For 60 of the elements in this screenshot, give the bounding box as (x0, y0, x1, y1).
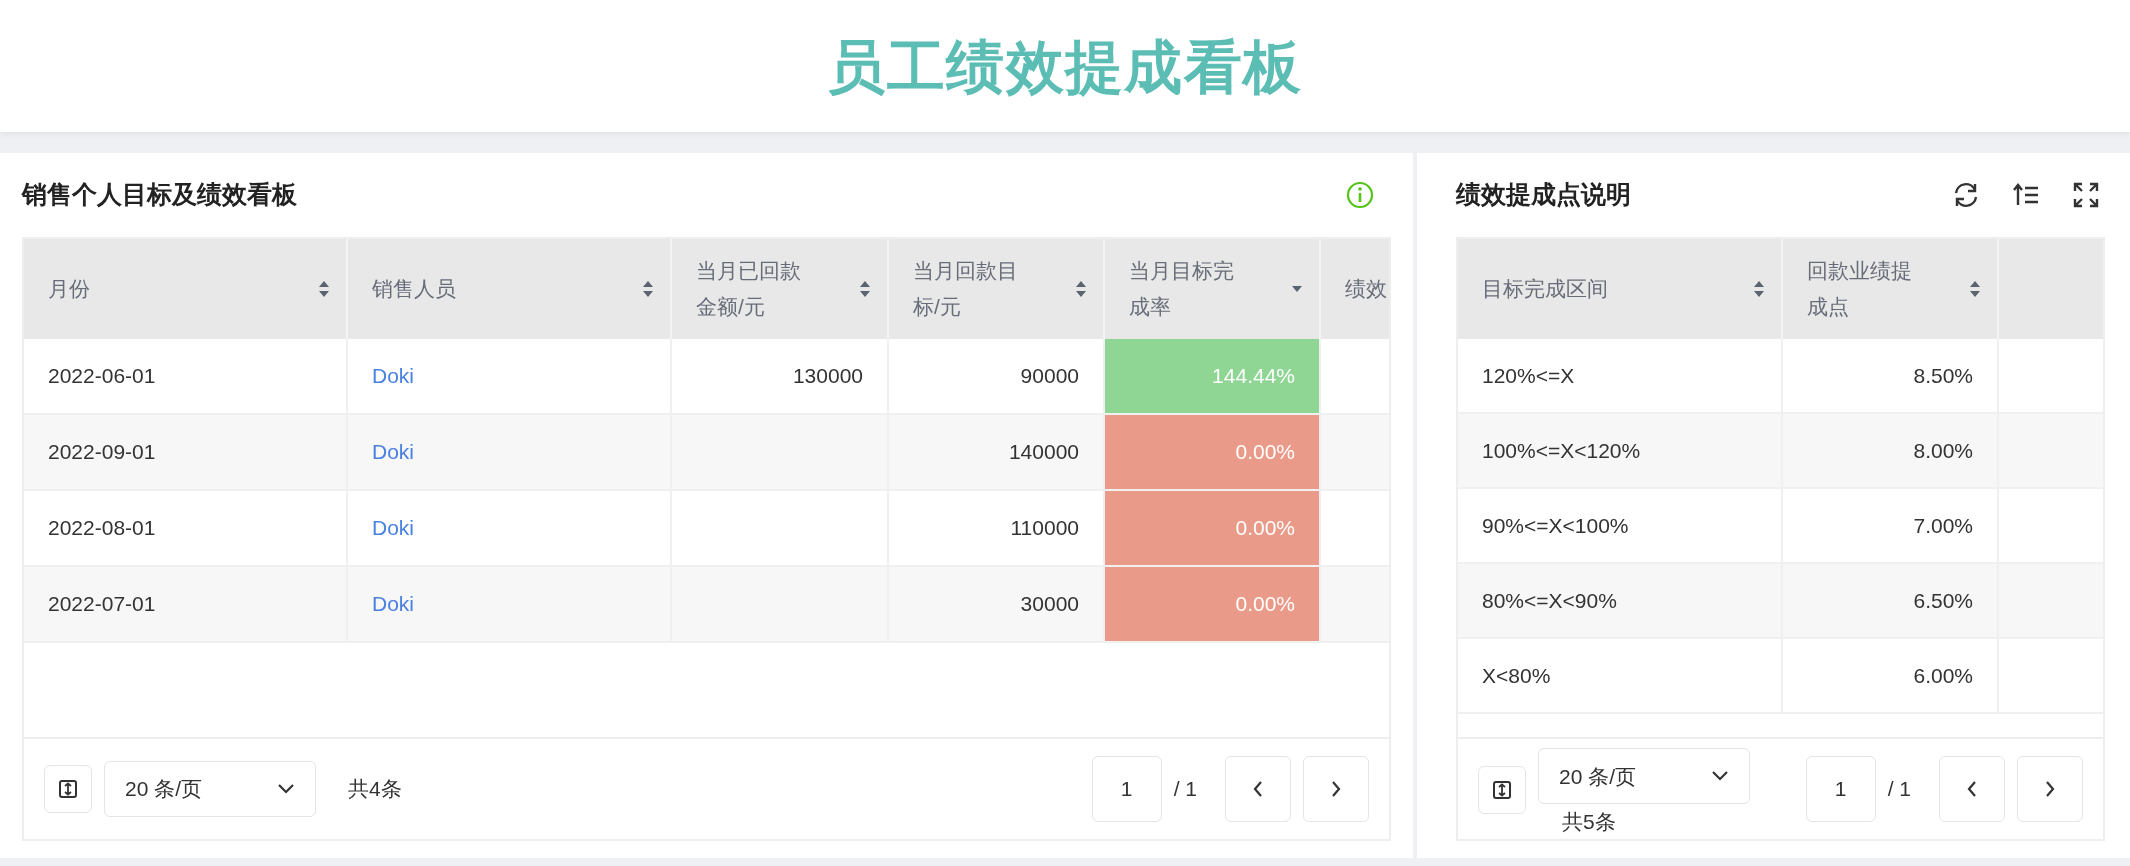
column-header-label: 当月目标完成率 (1129, 258, 1235, 320)
table-cell: 6.50% (1783, 564, 1999, 637)
table-cell: 8.50% (1783, 339, 1999, 412)
table-cell: 0.00% (1105, 415, 1321, 489)
column-header-label: 回款业绩提成点 (1807, 258, 1913, 320)
sort-icon[interactable] (318, 280, 330, 298)
page-count: / 1 (1887, 776, 1911, 803)
row-height-icon (1492, 780, 1512, 801)
table-cell: 8.00% (1783, 414, 1999, 487)
sort-icon[interactable] (1753, 280, 1765, 298)
row-height-icon (58, 779, 78, 799)
table-cell: 130000 (672, 339, 889, 413)
panel-title: 绩效提成点说明 (1456, 179, 1631, 211)
table-cell: 90%<=X<100% (1458, 489, 1783, 562)
column-header-label: 当月回款目标/元 (913, 258, 1019, 320)
chevron-down-icon (1711, 770, 1729, 783)
row-height-button[interactable] (44, 765, 92, 813)
table-cell: 0.00% (1105, 491, 1321, 565)
page-number-input[interactable]: 1 (1091, 756, 1162, 822)
chevron-down-icon (277, 783, 295, 795)
page-count: / 1 (1173, 776, 1197, 803)
column-header-label: 销售人员 (372, 276, 456, 302)
column-header-label: 绩效 (1345, 276, 1387, 302)
table-cell: 2022-09-01 (24, 415, 348, 489)
page-size-select[interactable]: 20 条/页 (1538, 748, 1750, 805)
chevron-left-icon (1966, 780, 1978, 798)
page-number-input[interactable]: 1 (1805, 756, 1876, 822)
panel-title: 销售个人目标及绩效看板 (22, 179, 297, 211)
chevron-right-icon (1330, 780, 1342, 798)
fullscreen-icon[interactable] (2071, 180, 2101, 210)
table-cell: 7.00% (1783, 489, 1999, 562)
sort-icon[interactable] (642, 280, 654, 298)
row-height-button[interactable] (1478, 766, 1526, 815)
column-header-label: 目标完成区间 (1482, 276, 1608, 302)
page-size-select[interactable]: 20 条/页 (104, 761, 316, 817)
chevron-right-icon (2044, 780, 2056, 798)
total-count: 共5条 (1562, 809, 1616, 836)
table-cell: 120%<=X (1458, 339, 1783, 412)
table-cell: 144.44% (1105, 339, 1321, 413)
table-cell: 2022-06-01 (24, 339, 348, 413)
person-link[interactable]: Doki (348, 339, 672, 413)
person-link[interactable]: Doki (348, 567, 672, 641)
table-cell: 2022-07-01 (24, 567, 348, 641)
table-cell: 6.00% (1783, 639, 1999, 712)
table-cell: 80%<=X<90% (1458, 564, 1783, 637)
sort-icon[interactable] (859, 280, 871, 298)
sort-descending-icon[interactable] (1291, 285, 1303, 293)
page-title: 员工绩效提成看板 (827, 32, 1303, 101)
column-header-label: 月份 (48, 276, 90, 302)
table-cell: 2022-08-01 (24, 491, 348, 565)
chevron-left-icon (1252, 780, 1264, 798)
person-link[interactable]: Doki (348, 415, 672, 489)
table-cell: 100%<=X<120% (1458, 414, 1783, 487)
sort-icon[interactable] (1969, 280, 1981, 298)
sort-icon[interactable] (1075, 280, 1087, 298)
column-header-label: 当月已回款金额/元 (696, 258, 802, 320)
person-link[interactable]: Doki (348, 491, 672, 565)
table-cell: 0.00% (1105, 567, 1321, 641)
total-count: 共4条 (348, 776, 402, 802)
table-cell: X<80% (1458, 639, 1783, 712)
